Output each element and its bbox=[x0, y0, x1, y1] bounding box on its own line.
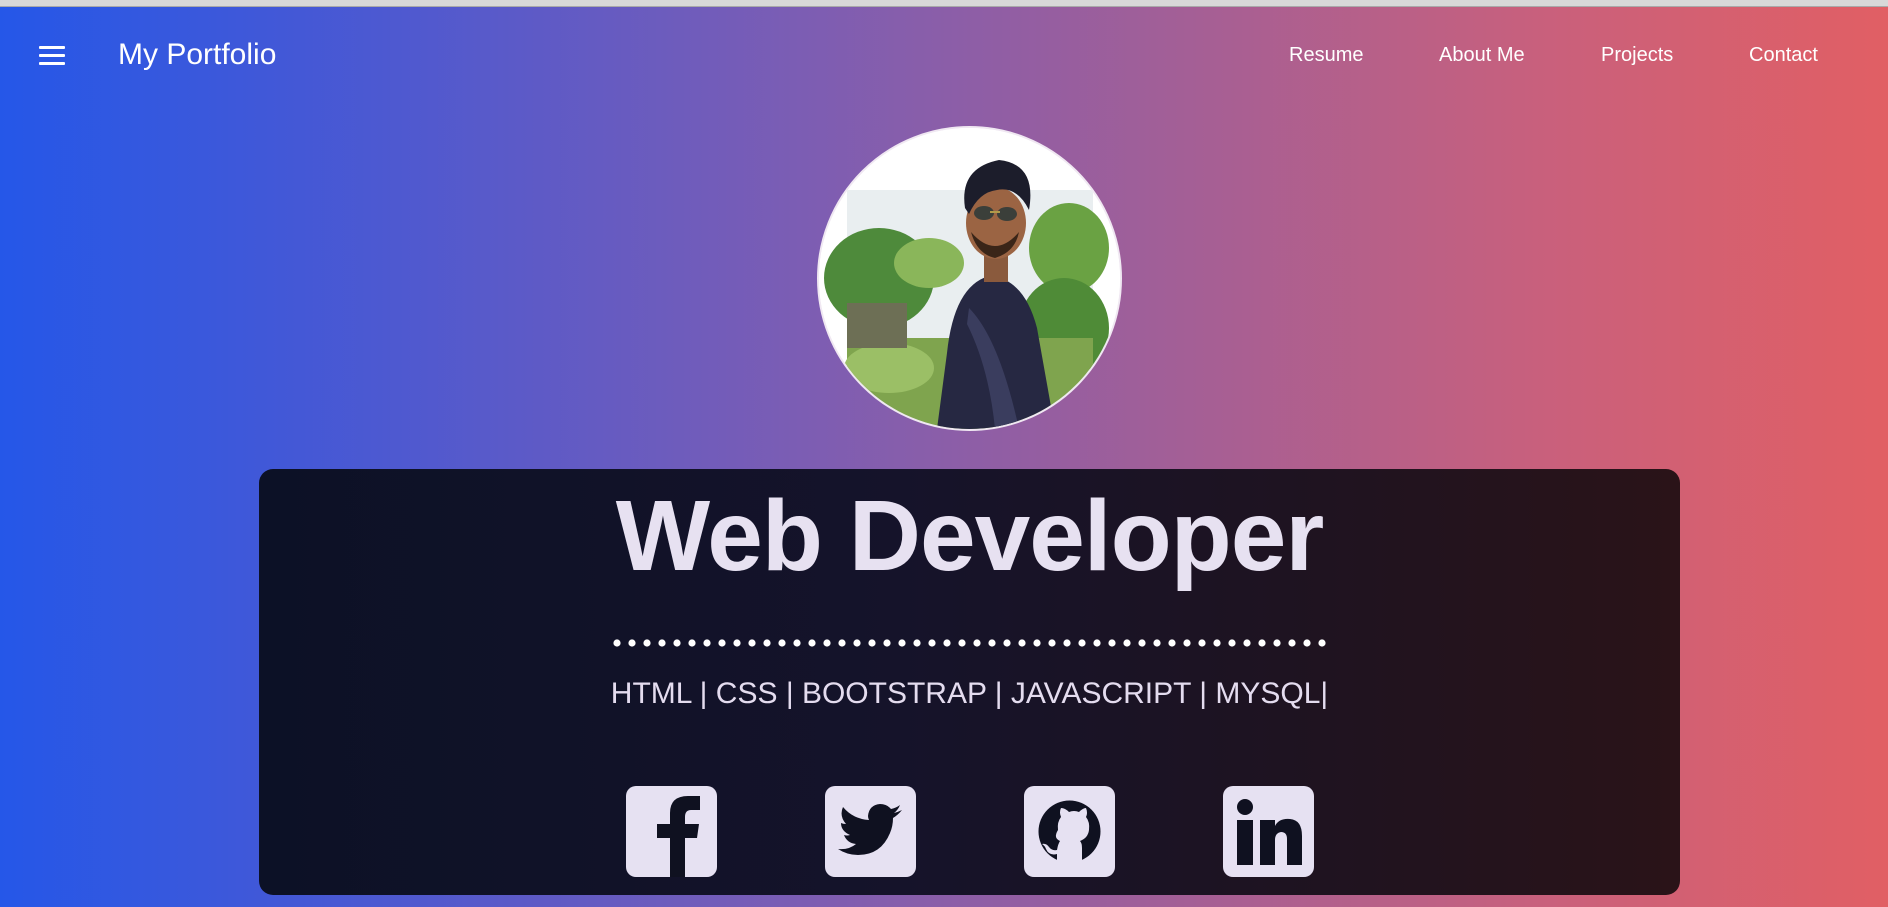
linkedin-icon bbox=[1237, 799, 1302, 865]
divider-dot bbox=[823, 639, 831, 647]
divider-dot bbox=[1183, 639, 1191, 647]
nav-link-contact[interactable]: Contact bbox=[1749, 44, 1818, 67]
facebook-link[interactable] bbox=[626, 786, 717, 877]
linkedin-link[interactable] bbox=[1223, 786, 1314, 877]
divider-dot bbox=[1033, 639, 1041, 647]
divider-dot bbox=[943, 639, 951, 647]
divider-dot bbox=[1303, 639, 1311, 647]
twitter-icon bbox=[838, 804, 902, 855]
twitter-link[interactable] bbox=[825, 786, 916, 877]
divider-dot bbox=[688, 639, 696, 647]
divider-dot bbox=[1288, 639, 1296, 647]
nav-link-projects[interactable]: Projects bbox=[1601, 44, 1673, 67]
hero-card: Web Developer HTML | CSS | BOOTSTRAP | J… bbox=[259, 469, 1680, 895]
divider-dot bbox=[1078, 639, 1086, 647]
github-link[interactable] bbox=[1024, 786, 1115, 877]
divider-dot bbox=[1123, 639, 1131, 647]
github-icon bbox=[1038, 800, 1101, 863]
divider-dot bbox=[853, 639, 861, 647]
divider-dot bbox=[1198, 639, 1206, 647]
brand-link[interactable]: My Portfolio bbox=[118, 38, 276, 72]
divider-dot bbox=[1258, 639, 1266, 647]
divider-dot bbox=[703, 639, 711, 647]
dotted-divider bbox=[613, 639, 1326, 647]
divider-dot bbox=[883, 639, 891, 647]
divider-dot bbox=[988, 639, 996, 647]
divider-dot bbox=[958, 639, 966, 647]
divider-dot bbox=[658, 639, 666, 647]
divider-dot bbox=[748, 639, 756, 647]
divider-dot bbox=[1168, 639, 1176, 647]
divider-dot bbox=[1243, 639, 1251, 647]
divider-dot bbox=[1153, 639, 1161, 647]
profile-photo bbox=[817, 126, 1122, 431]
divider-dot bbox=[763, 639, 771, 647]
divider-dot bbox=[733, 639, 741, 647]
divider-dot bbox=[808, 639, 816, 647]
divider-dot bbox=[1273, 639, 1281, 647]
divider-dot bbox=[628, 639, 636, 647]
divider-dot bbox=[1228, 639, 1236, 647]
divider-dot bbox=[928, 639, 936, 647]
divider-dot bbox=[913, 639, 921, 647]
divider-dot bbox=[973, 639, 981, 647]
divider-dot bbox=[868, 639, 876, 647]
nav-link-resume[interactable]: Resume bbox=[1289, 44, 1363, 67]
divider-dot bbox=[1213, 639, 1221, 647]
divider-dot bbox=[1318, 639, 1326, 647]
divider-dot bbox=[1093, 639, 1101, 647]
divider-dot bbox=[718, 639, 726, 647]
divider-dot bbox=[1138, 639, 1146, 647]
navbar: My Portfolio Resume About Me Projects Co… bbox=[0, 6, 1888, 103]
hamburger-menu-icon[interactable] bbox=[37, 44, 67, 68]
divider-dot bbox=[1048, 639, 1056, 647]
divider-dot bbox=[1003, 639, 1011, 647]
hero-title: Web Developer bbox=[615, 480, 1325, 592]
divider-dot bbox=[673, 639, 681, 647]
divider-dot bbox=[613, 639, 621, 647]
divider-dot bbox=[1018, 639, 1026, 647]
skills-line: HTML | CSS | BOOTSTRAP | JAVASCRIPT | MY… bbox=[610, 677, 1329, 710]
divider-dot bbox=[778, 639, 786, 647]
divider-dot bbox=[793, 639, 801, 647]
divider-dot bbox=[898, 639, 906, 647]
nav-link-about-me[interactable]: About Me bbox=[1439, 44, 1525, 67]
divider-dot bbox=[1108, 639, 1116, 647]
divider-dot bbox=[643, 639, 651, 647]
divider-dot bbox=[1063, 639, 1071, 647]
divider-dot bbox=[838, 639, 846, 647]
facebook-icon bbox=[657, 796, 700, 877]
